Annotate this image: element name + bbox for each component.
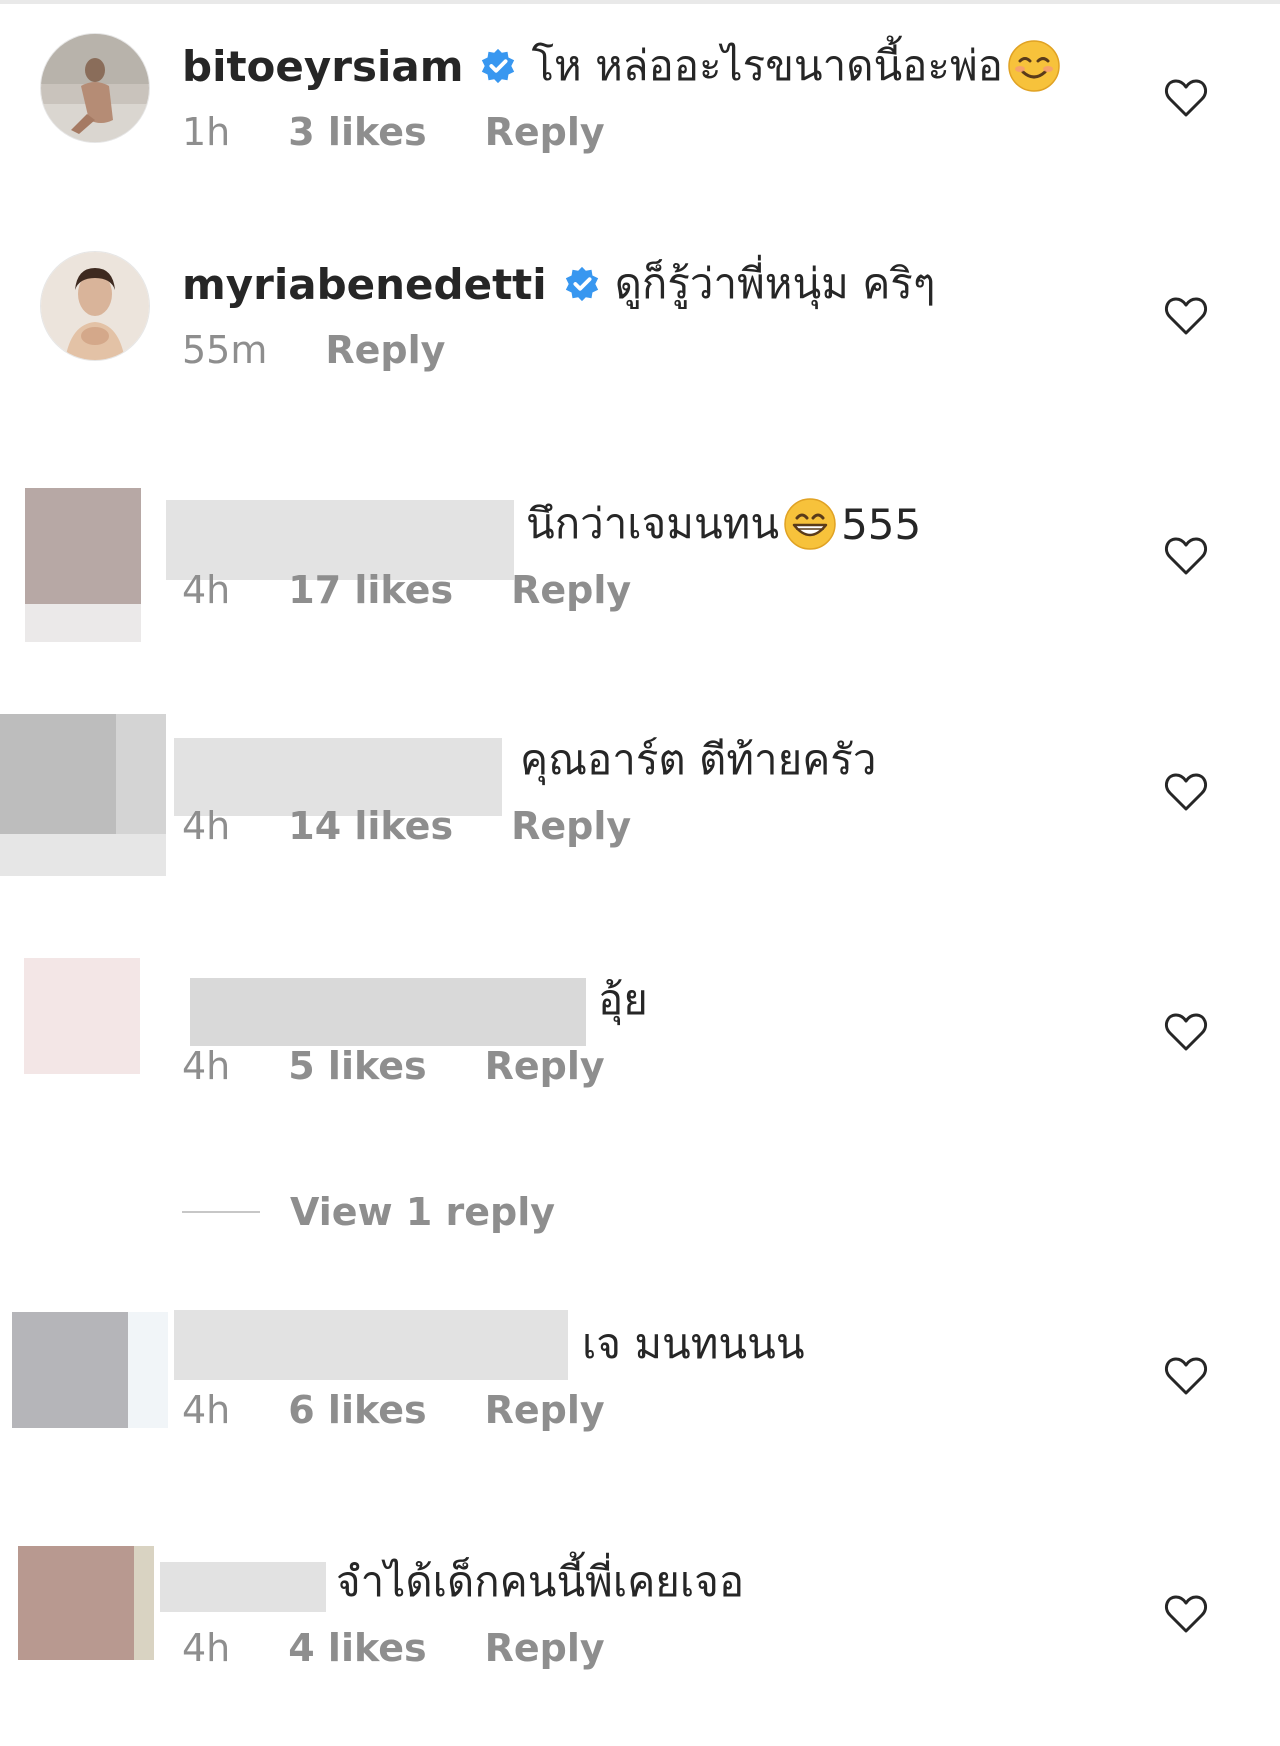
- heart-outline-icon[interactable]: [1164, 1594, 1208, 1634]
- comment-username[interactable]: bitoeyrsiam: [182, 42, 463, 91]
- blurred-area: [116, 714, 166, 834]
- avatar[interactable]: [18, 1546, 134, 1660]
- comment-text: นึกว่าเจมนทน: [526, 499, 780, 548]
- comment-likes[interactable]: 5 likes: [288, 1044, 426, 1088]
- avatar[interactable]: [24, 958, 140, 1074]
- comment-time: 4h: [182, 1044, 231, 1088]
- heart-outline-icon[interactable]: [1164, 772, 1208, 812]
- avatar[interactable]: [25, 488, 141, 604]
- redacted-username: [174, 1310, 568, 1380]
- avatar[interactable]: [41, 34, 149, 142]
- verified-badge-icon: [565, 266, 598, 302]
- comment-time: 1h: [182, 110, 231, 154]
- comment-likes[interactable]: 14 likes: [288, 804, 453, 848]
- comment-likes[interactable]: 17 likes: [288, 568, 453, 612]
- blurred-area: [0, 834, 166, 876]
- reply-button[interactable]: Reply: [485, 1044, 605, 1088]
- view-replies-label[interactable]: View 1 reply: [290, 1190, 555, 1234]
- avatar[interactable]: [12, 1312, 128, 1428]
- view-replies-rule: [182, 1211, 260, 1213]
- blurred-area: [134, 1546, 154, 1660]
- reply-button[interactable]: Reply: [485, 1626, 605, 1670]
- comment-likes[interactable]: 6 likes: [288, 1388, 426, 1432]
- comment-item: อุ้ย 4h 5 likes Reply: [0, 958, 1280, 1164]
- heart-outline-icon[interactable]: [1164, 1356, 1208, 1396]
- comment-item: myriabenedetti ดูก็รู้ว่าพี่หนุ่ม คริๆ 5…: [0, 248, 1280, 448]
- heart-outline-icon[interactable]: [1164, 1012, 1208, 1052]
- comment-time: 55m: [182, 328, 268, 372]
- grinning-emoji-icon: [784, 498, 836, 550]
- comment-text: ดูก็รู้ว่าพี่หนุ่ม คริๆ: [614, 259, 936, 308]
- blurred-area: [128, 1312, 168, 1428]
- reply-button[interactable]: Reply: [511, 804, 631, 848]
- redacted-username: [190, 978, 586, 1046]
- comment-item: เจ มนทนนน 4h 6 likes Reply: [0, 1308, 1280, 1508]
- heart-outline-icon[interactable]: [1164, 536, 1208, 576]
- reply-button[interactable]: Reply: [511, 568, 631, 612]
- comment-text: เจ มนทนนน: [582, 1319, 805, 1368]
- comment-time: 4h: [182, 1388, 231, 1432]
- comment-item: คุณอาร์ต ตีท้ายครัว 4h 14 likes Reply: [0, 714, 1280, 924]
- avatar[interactable]: [41, 252, 149, 360]
- top-divider: [0, 0, 1280, 4]
- comment-text-suffix: 555: [841, 499, 922, 549]
- comment-item: นึกว่าเจมนทน 555 4h 17 likes Reply: [0, 488, 1280, 688]
- comment-username[interactable]: myriabenedetti: [182, 260, 547, 309]
- comment-likes[interactable]: 3 likes: [288, 110, 426, 154]
- avatar[interactable]: [0, 714, 116, 834]
- verified-badge-icon: [482, 48, 515, 84]
- comment-text: อุ้ย: [598, 975, 648, 1024]
- view-replies[interactable]: View 1 reply: [182, 1190, 555, 1234]
- comment-item: bitoeyrsiam โห หล่ออะไรขนาดนี้อะพ่อ 1h 3…: [0, 30, 1280, 230]
- reply-button[interactable]: Reply: [325, 328, 445, 372]
- comment-time: 4h: [182, 1626, 231, 1670]
- comment-time: 4h: [182, 568, 231, 612]
- comment-text: โห หล่ออะไรขนาดนี้อะพ่อ: [531, 41, 1003, 90]
- comment-text: จำได้เด็กคนนี้พี่เคยเจอ: [336, 1557, 745, 1606]
- comment-text: คุณอาร์ต ตีท้ายครัว: [520, 735, 877, 784]
- comment-item: จำได้เด็กคนนี้พี่เคยเจอ 4h 4 likes Reply: [0, 1546, 1280, 1746]
- reply-button[interactable]: Reply: [485, 110, 605, 154]
- blurred-area: [25, 604, 141, 642]
- comment-likes[interactable]: 4 likes: [288, 1626, 426, 1670]
- comment-time: 4h: [182, 804, 231, 848]
- heart-outline-icon[interactable]: [1164, 296, 1208, 336]
- relieved-smile-emoji-icon: [1008, 40, 1060, 92]
- heart-outline-icon[interactable]: [1164, 78, 1208, 118]
- redacted-username: [160, 1562, 326, 1612]
- reply-button[interactable]: Reply: [485, 1388, 605, 1432]
